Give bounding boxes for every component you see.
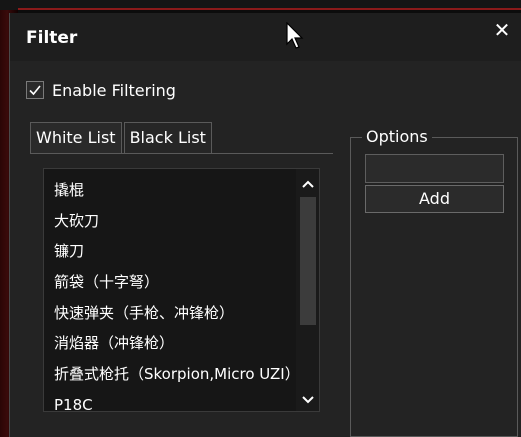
chevron-down-icon[interactable] [299,389,317,409]
black-list-box[interactable]: 撬棍 大砍刀 镰刀 箭袋（十字弩） 快速弹夹（手枪、冲锋枪） 消焰器（冲锋枪） … [43,168,320,412]
list-item[interactable]: P18C [54,390,299,411]
checkbox-box[interactable] [26,81,44,99]
options-legend: Options [362,127,432,146]
enable-filtering-checkbox[interactable]: Enable Filtering [26,79,176,101]
list-item[interactable]: 消焰器（冲锋枪） [54,328,299,359]
black-list: 撬棍 大砍刀 镰刀 箭袋（十字弩） 快速弹夹（手枪、冲锋枪） 消焰器（冲锋枪） … [54,175,299,411]
scrollbar-thumb[interactable] [300,197,316,325]
background-accent-line [18,8,521,10]
tab-divider [30,153,333,154]
chevron-up-icon[interactable] [299,173,317,193]
enable-filtering-label: Enable Filtering [52,80,176,100]
list-item[interactable]: 箭袋（十字弩） [54,267,299,298]
list-tabs: White List Black List [30,122,212,154]
tab-white-list[interactable]: White List [30,122,122,154]
list-item[interactable]: 镰刀 [54,236,299,267]
check-icon [29,85,41,96]
list-scrollbar[interactable] [296,169,319,411]
list-item[interactable]: 撬棍 [54,175,299,206]
list-item[interactable]: 折叠式枪托（Skorpion,Micro UZI） [54,359,299,390]
filter-dialog: Filter ✕ Enable Filtering White List Bla… [9,13,521,437]
add-button[interactable]: Add [365,185,504,213]
list-item[interactable]: 大砍刀 [54,206,299,237]
title-bar[interactable]: Filter ✕ [10,13,521,61]
mouse-cursor-icon [286,22,304,49]
close-icon[interactable]: ✕ [490,19,514,43]
tab-black-list[interactable]: Black List [123,122,212,154]
dialog-title: Filter [26,28,78,48]
list-item[interactable]: 快速弹夹（手枪、冲锋枪） [54,298,299,329]
option-input[interactable] [365,154,504,183]
